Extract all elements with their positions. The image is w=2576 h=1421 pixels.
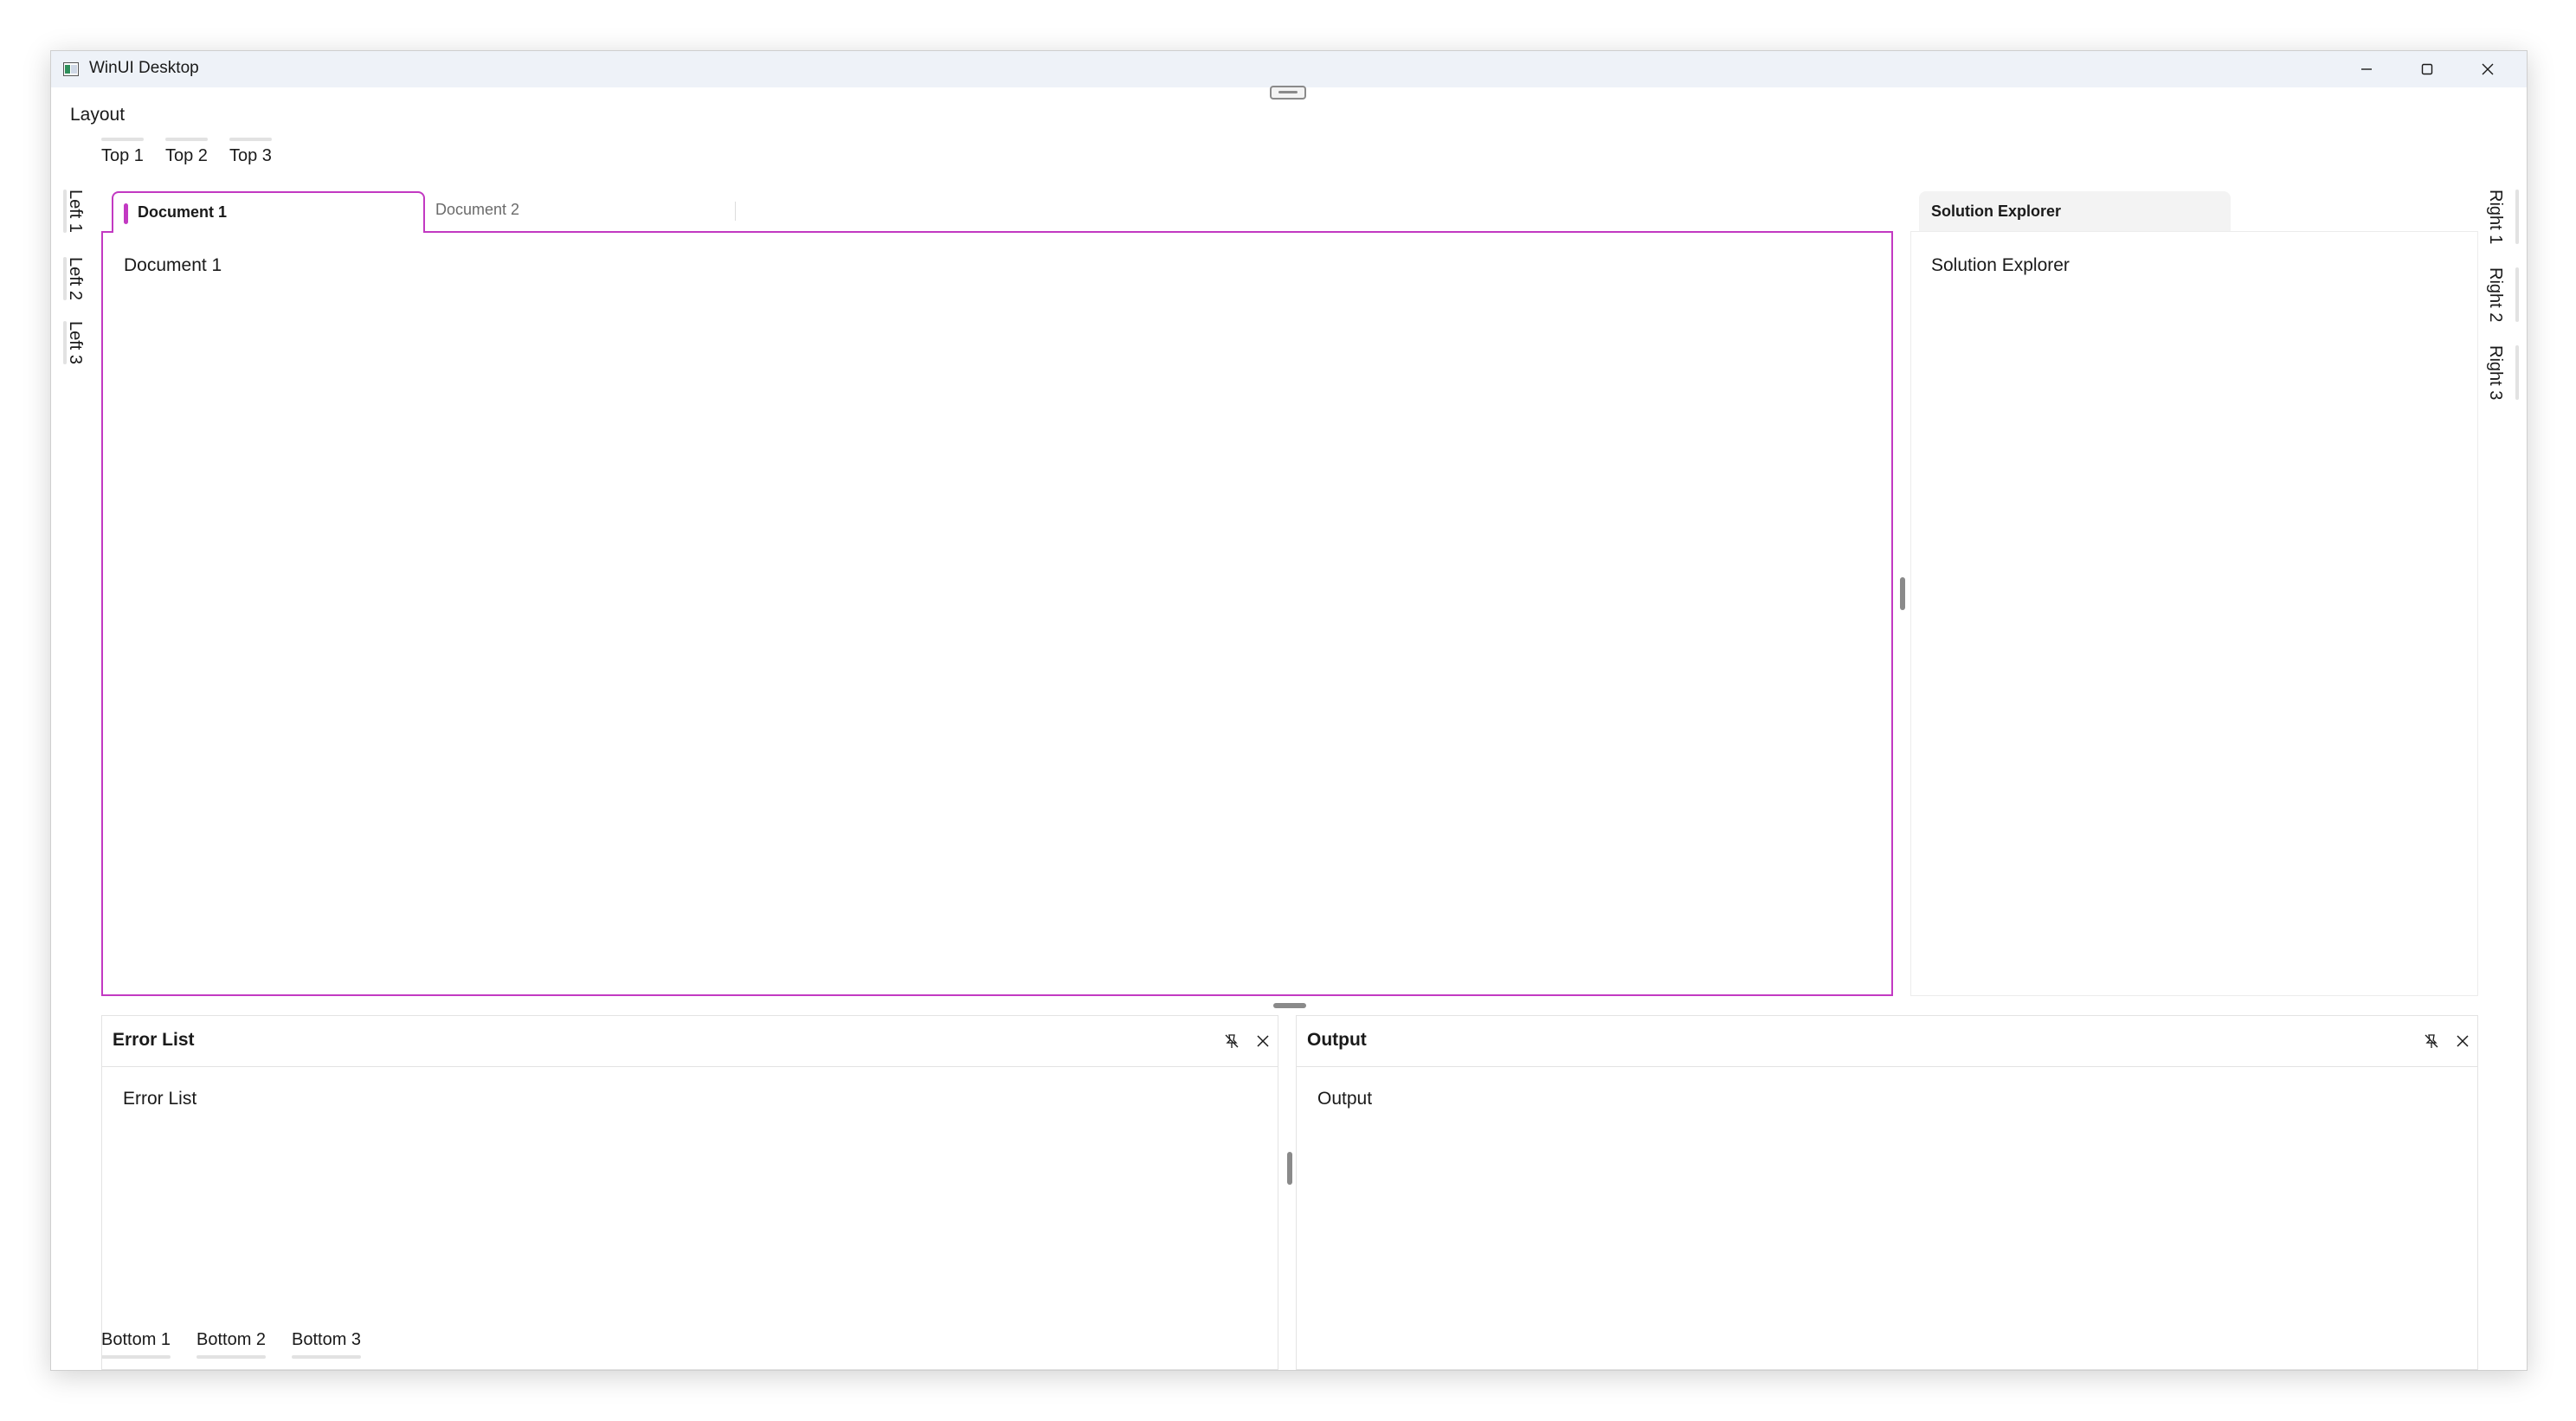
minimize-button[interactable] [2336,51,2397,87]
tab-bottom-3[interactable]: Bottom 3 [292,1330,362,1359]
window-title: WinUI Desktop [89,59,199,77]
error-list-title: Error List [113,1030,195,1050]
output-close-button[interactable] [2450,1028,2476,1054]
tab-top-1[interactable]: Top 1 [101,138,144,166]
vertical-splitter-handle[interactable] [1900,577,1905,610]
horizontal-splitter-handle[interactable] [1273,1003,1306,1008]
maximize-icon [2421,63,2433,75]
document-content: Document 1 [124,255,222,275]
tab-left-1[interactable]: Left 1 [63,190,85,234]
tab-document-2[interactable]: Document 2 [435,201,519,219]
output-content: Output [1317,1089,1373,1109]
tab-top-3[interactable]: Top 3 [229,138,272,166]
document-pane [101,231,1893,996]
unpin-icon [1225,1034,1239,1048]
error-list-panel: Error List Error List [101,1015,1278,1370]
tab-left-2[interactable]: Left 2 [63,257,85,301]
close-button[interactable] [2457,51,2518,87]
app-window-icon [63,62,79,76]
unpin-icon [2425,1034,2438,1048]
tab-right-3[interactable]: Right 3 [2485,345,2519,401]
solution-explorer-content: Solution Explorer [1931,255,2070,275]
app-window: WinUI Desktop Layout Top 1 Top 2 Top 3 L… [50,50,2528,1371]
close-icon [1257,1035,1269,1047]
close-icon [2457,1035,2469,1047]
output-header: Output [1297,1016,2477,1067]
tab-right-1[interactable]: Right 1 [2485,190,2519,245]
menu-layout[interactable]: Layout [70,105,125,125]
close-icon [2482,63,2494,75]
error-list-close-button[interactable] [1250,1028,1276,1054]
output-title: Output [1307,1030,1367,1050]
tab-separator [735,202,736,221]
bottom-splitter-handle[interactable] [1287,1152,1292,1185]
active-tab-indicator [124,203,128,224]
tab-right-2[interactable]: Right 2 [2485,267,2519,323]
tab-document-1-label: Document 1 [138,203,228,221]
output-unpin-button[interactable] [2418,1028,2444,1054]
tab-solution-explorer[interactable]: Solution Explorer [1919,191,2231,231]
tab-document-1[interactable]: Document 1 [112,191,425,233]
output-panel: Output Output [1296,1015,2478,1370]
tab-left-3[interactable]: Left 3 [63,321,85,365]
tab-bottom-1[interactable]: Bottom 1 [101,1330,171,1359]
title-bar[interactable]: WinUI Desktop [51,51,2527,87]
minimize-icon [2361,68,2372,70]
error-list-header: Error List [102,1016,1278,1067]
tab-top-2[interactable]: Top 2 [165,138,208,166]
solution-explorer-panel [1910,231,2478,996]
error-list-content: Error List [123,1089,197,1109]
tab-solution-explorer-label: Solution Explorer [1931,203,2062,220]
error-list-unpin-button[interactable] [1219,1028,1245,1054]
top-dock-grip[interactable] [1270,86,1306,100]
maximize-button[interactable] [2397,51,2457,87]
tab-bottom-2[interactable]: Bottom 2 [196,1330,267,1359]
